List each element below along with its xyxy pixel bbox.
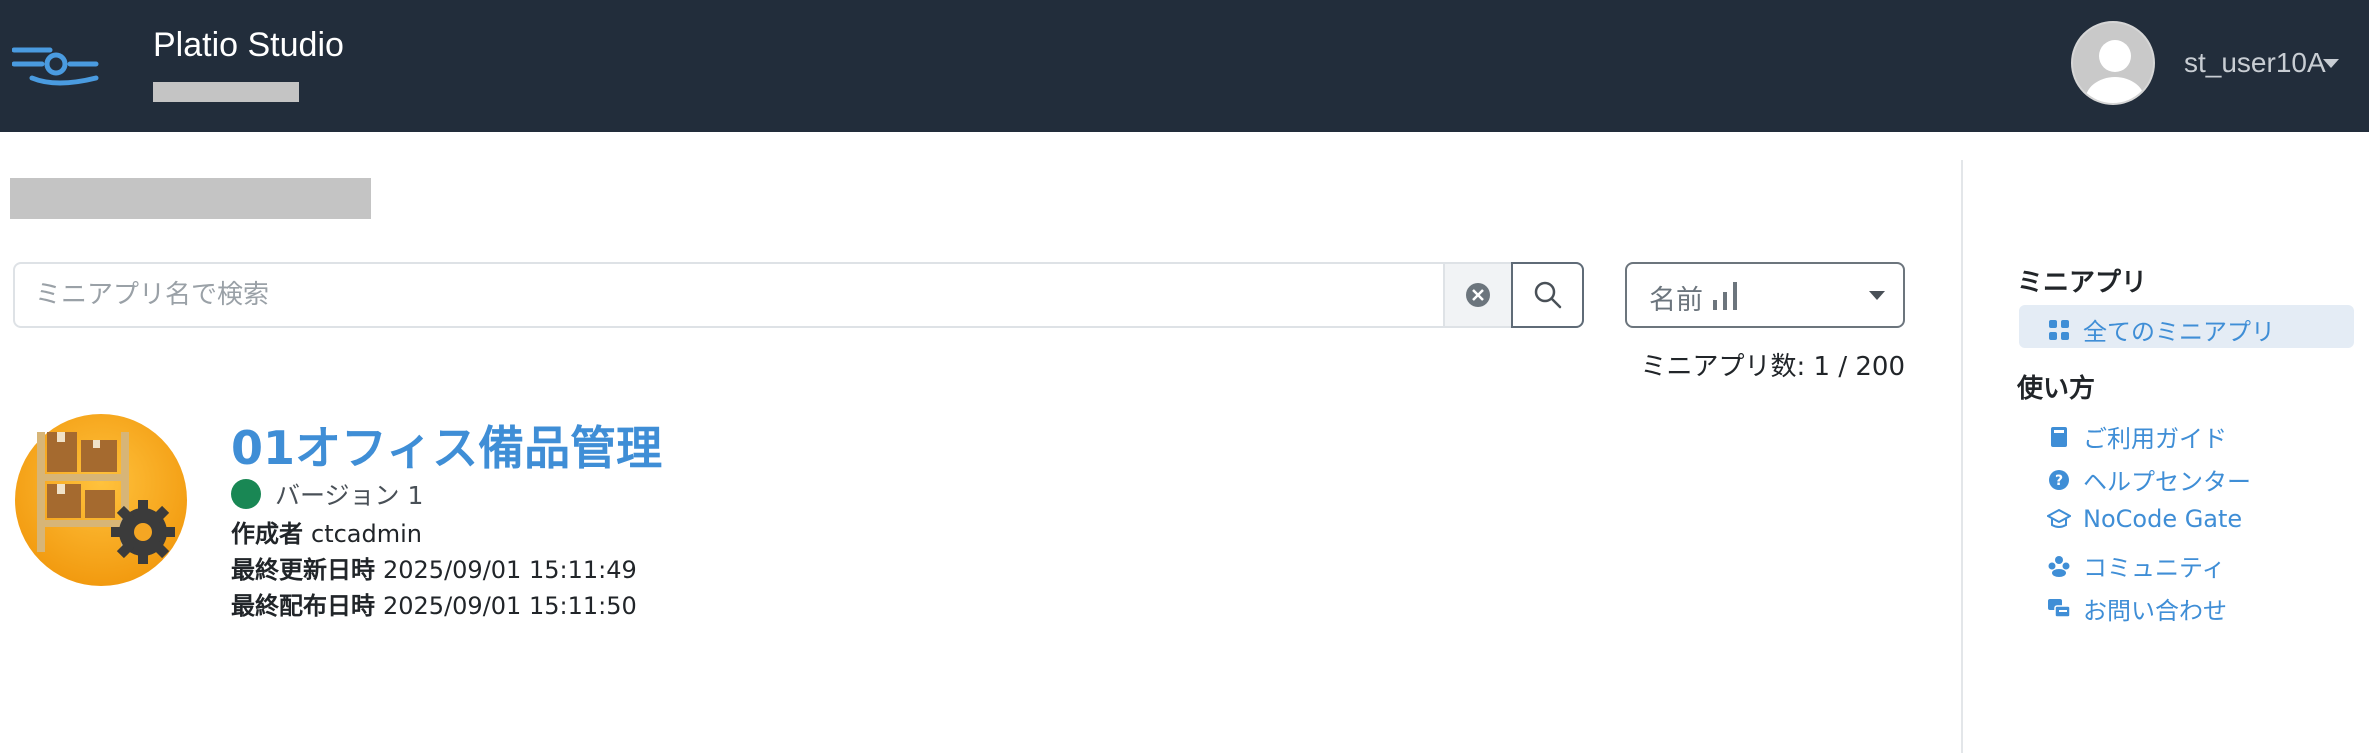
- svg-text:?: ?: [2055, 473, 2063, 489]
- people-icon: [2047, 554, 2071, 578]
- sidebar-item-contact[interactable]: お問い合わせ: [2047, 591, 2227, 626]
- sort-selected-label: 名前: [1649, 285, 1703, 316]
- app-author: 作成者 ctcadmin: [231, 514, 422, 549]
- shelf-gear-icon[interactable]: [13, 412, 189, 588]
- published-value: 2025/09/01 15:11:50: [383, 592, 637, 620]
- sidebar-item-label: お問い合わせ: [2083, 597, 2227, 625]
- sidebar-item-label: コミュニティ: [2083, 554, 2226, 582]
- howto-heading: 使い方: [2017, 374, 2096, 404]
- sidebar-item-nocode-gate[interactable]: NoCode Gate: [2047, 505, 2242, 533]
- user-avatar[interactable]: [2071, 21, 2155, 105]
- miniapp-count: ミニアプリ数: 1 / 200: [1640, 352, 1905, 382]
- sidebar-item-community[interactable]: コミュニティ: [2047, 548, 2226, 583]
- app-name-link[interactable]: 01オフィス備品管理: [231, 412, 662, 478]
- miniapps-heading: ミニアプリ: [2017, 268, 2148, 298]
- search-icon: [1534, 281, 1561, 309]
- app-card[interactable]: 01オフィス備品管理 バージョン 1 作成者 ctcadmin 最終更新日時 202…: [13, 408, 913, 628]
- status-dot: [231, 479, 261, 509]
- platio-logo-icon[interactable]: [12, 44, 102, 88]
- sidebar-item-label: NoCode Gate: [2083, 505, 2243, 533]
- author-label: 作成者: [231, 520, 303, 548]
- person-silhouette-icon: [2085, 40, 2145, 103]
- sidebar-item-help-center[interactable]: ? ヘルプセンター: [2047, 462, 2251, 497]
- sidebar-item-label: ご利用ガイド: [2083, 425, 2227, 453]
- author-value: ctcadmin: [311, 520, 422, 548]
- sidebar-item-label: ヘルプセンター: [2083, 468, 2251, 496]
- question-circle-icon: ?: [2047, 468, 2071, 492]
- version-label: バージョン 1: [275, 481, 424, 510]
- search-input[interactable]: [15, 264, 1441, 326]
- grid-icon: [2047, 318, 2071, 342]
- chevron-down-icon[interactable]: [2323, 59, 2339, 68]
- sidebar-item-label: 全てのミニアプリ: [2083, 318, 2275, 346]
- clear-search-button[interactable]: [1443, 262, 1513, 328]
- app-updated: 最終更新日時 2025/09/01 15:11:49: [231, 550, 637, 585]
- app-published: 最終配布日時 2025/09/01 15:11:50: [231, 586, 637, 621]
- sidebar-item-guide[interactable]: ご利用ガイド: [2047, 419, 2227, 454]
- user-menu-label[interactable]: st_user10A: [2184, 47, 2326, 79]
- top-header: Platio Studio st_user10A: [0, 0, 2369, 132]
- sidebar-item-all-miniapps[interactable]: 全てのミニアプリ: [2047, 312, 2275, 347]
- x-circle-icon: [1466, 283, 1490, 307]
- app-title: Platio Studio: [153, 26, 344, 64]
- bar-chart-sort-icon: [1713, 282, 1737, 310]
- caret-down-icon: [1869, 291, 1885, 300]
- updated-label: 最終更新日時: [231, 556, 375, 584]
- app-version: バージョン 1: [231, 476, 423, 512]
- published-label: 最終配布日時: [231, 592, 375, 620]
- sort-select[interactable]: 名前: [1625, 262, 1905, 328]
- search-bar: [13, 262, 1584, 328]
- mortarboard-icon: [2047, 507, 2071, 531]
- updated-value: 2025/09/01 15:11:49: [383, 556, 637, 584]
- sidebar-divider: [1961, 160, 1963, 753]
- redacted-subtitle: [153, 82, 299, 102]
- redacted-page-title: [10, 178, 371, 219]
- book-icon: [2047, 425, 2071, 449]
- chat-icon: [2047, 597, 2071, 621]
- search-button[interactable]: [1511, 262, 1584, 328]
